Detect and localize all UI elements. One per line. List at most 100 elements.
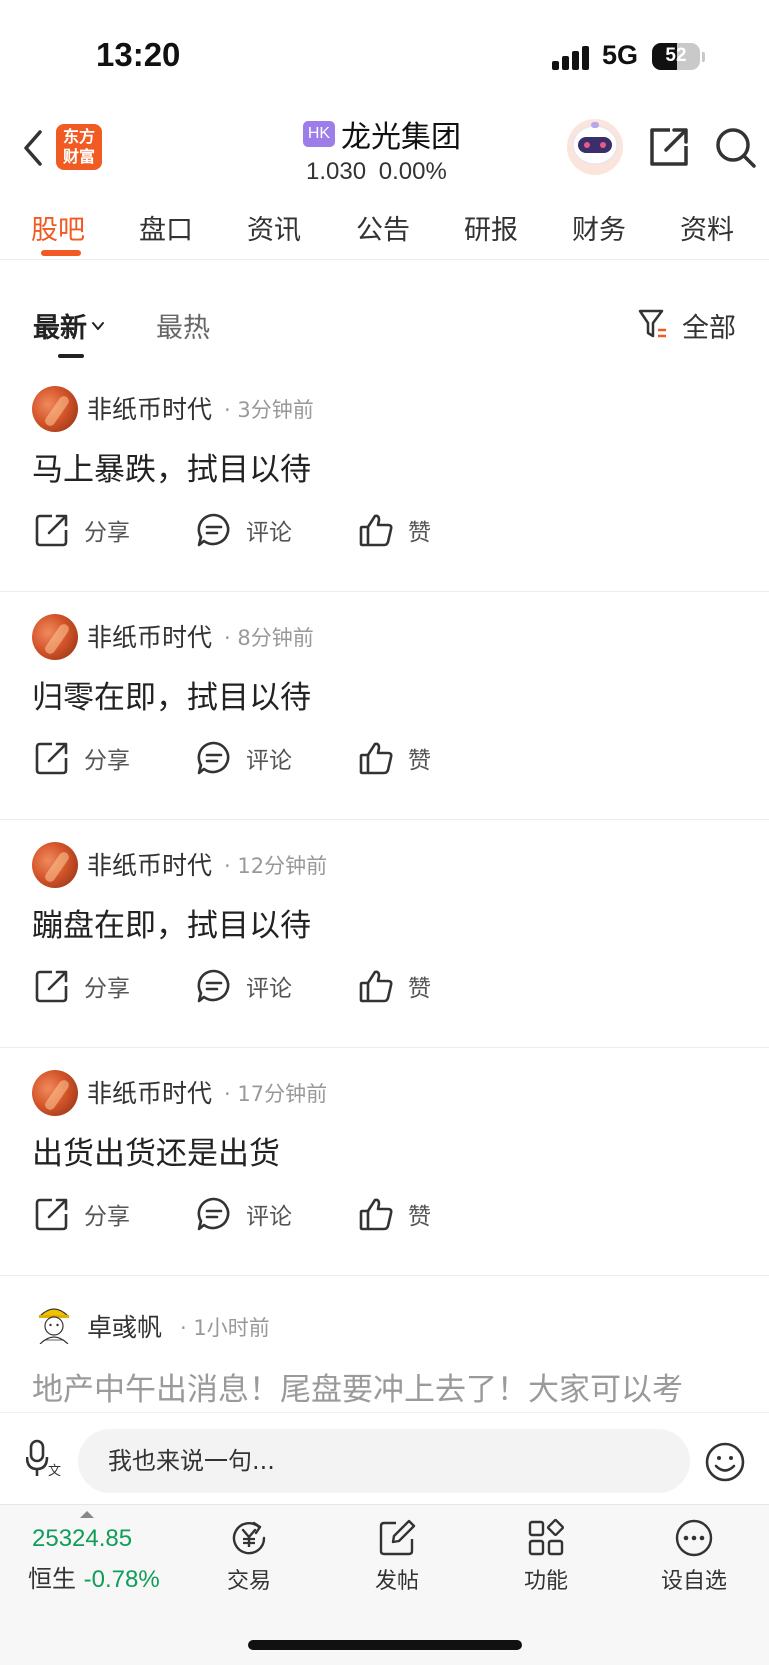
avatar[interactable] xyxy=(34,1300,74,1344)
post-author[interactable]: 非纸币时代 xyxy=(87,390,212,426)
post-item[interactable]: 非纸币时代 · 17分钟前 出货出货还是出货 分享 评论 赞 xyxy=(0,1048,769,1276)
index-ticker[interactable]: 恒生 -0.78% xyxy=(28,1559,160,1594)
svg-text:文: 文 xyxy=(48,1464,61,1479)
like-label: 赞 xyxy=(408,1204,431,1230)
expand-up-icon[interactable] xyxy=(80,1511,94,1518)
status-time: 13:20 xyxy=(96,36,181,73)
post-author[interactable]: 卓彧帆 xyxy=(87,1308,162,1344)
tab-profile[interactable]: 资料 xyxy=(680,208,734,247)
nav-post[interactable]: 发帖 xyxy=(347,1517,447,1595)
tab-announcements[interactable]: 公告 xyxy=(356,208,410,247)
comment-icon xyxy=(197,1197,230,1231)
post-time: · 17分钟前 xyxy=(224,1082,328,1106)
eastmoney-logo[interactable]: 东方 财富 xyxy=(56,124,102,170)
nav-trade[interactable]: 交易 xyxy=(199,1517,299,1595)
index-value[interactable]: 25324.85 xyxy=(32,1525,132,1553)
nav-trade-label: 交易 xyxy=(226,1569,271,1594)
thumbs-up-icon xyxy=(359,1198,393,1231)
like-button[interactable]: 赞 xyxy=(358,968,431,1004)
share-label: 分享 xyxy=(84,748,130,774)
stock-title[interactable]: HK 龙光集团 xyxy=(303,114,461,155)
avatar[interactable] xyxy=(32,614,78,660)
more-circle-icon xyxy=(675,1519,713,1557)
trade-yen-icon xyxy=(232,1521,266,1555)
post-text[interactable]: 出货出货还是出货 xyxy=(32,1128,280,1173)
tab-finance[interactable]: 财务 xyxy=(572,208,626,247)
post-time: · 12分钟前 xyxy=(224,854,328,878)
post-time: · 3分钟前 xyxy=(224,398,314,422)
comment-button[interactable]: 评论 xyxy=(196,968,292,1004)
tab-research[interactable]: 研报 xyxy=(464,208,518,247)
comment-input[interactable] xyxy=(78,1429,690,1493)
tab-guba[interactable]: 股吧 xyxy=(31,208,85,247)
like-button[interactable]: 赞 xyxy=(358,740,431,776)
stock-tabs: 股吧 盘口 资讯 公告 研报 财务 资料 xyxy=(0,192,769,260)
comment-button[interactable]: 评论 xyxy=(196,740,292,776)
share-label: 分享 xyxy=(84,976,130,1002)
post-author[interactable]: 非纸币时代 xyxy=(87,846,212,882)
share-button[interactable]: 分享 xyxy=(34,968,130,1004)
post-author[interactable]: 非纸币时代 xyxy=(87,1074,212,1110)
share-icon xyxy=(35,1198,68,1231)
share-button[interactable]: 分享 xyxy=(34,1196,130,1232)
tab-pankou[interactable]: 盘口 xyxy=(139,208,193,247)
post-item[interactable]: 非纸币时代 · 12分钟前 蹦盘在即，拭目以待 分享 评论 赞 xyxy=(0,820,769,1048)
comment-bar: 文 xyxy=(0,1412,769,1504)
post-text[interactable]: 地产中午出消息！尾盘要冲上去了！大家可以考 xyxy=(32,1364,769,1409)
chevron-down-icon xyxy=(92,321,104,330)
home-indicator[interactable] xyxy=(248,1640,522,1650)
battery-level: 52 xyxy=(665,45,687,66)
nav-add-watchlist-label: 设自选 xyxy=(660,1569,727,1594)
stock-price: 1.030 0.00% xyxy=(306,158,447,185)
post-text[interactable]: 归零在即，拭目以待 xyxy=(32,672,311,717)
comment-label: 评论 xyxy=(246,748,292,774)
comment-button[interactable]: 评论 xyxy=(196,1196,292,1232)
share-icon xyxy=(35,514,68,547)
emoji-icon[interactable] xyxy=(704,1441,746,1483)
cellular-signal-icon xyxy=(552,46,590,70)
post-item[interactable]: 非纸币时代 · 8分钟前 归零在即，拭目以待 分享 评论 赞 xyxy=(0,592,769,820)
status-bar: 13:20 5G 52 xyxy=(0,0,769,110)
tab-news[interactable]: 资讯 xyxy=(247,208,301,247)
nav-post-label: 发帖 xyxy=(374,1569,419,1594)
comment-button[interactable]: 评论 xyxy=(196,512,292,548)
filter-icon[interactable] xyxy=(638,308,668,340)
thumbs-up-icon xyxy=(359,514,393,547)
sort-hot[interactable]: 最热 xyxy=(156,306,210,345)
comment-icon xyxy=(197,513,230,547)
battery-icon: 52 xyxy=(652,43,700,70)
avatar[interactable] xyxy=(32,1070,78,1116)
nav-functions[interactable]: 功能 xyxy=(496,1517,596,1595)
battery-tip xyxy=(702,52,705,62)
index-change: -0.78% xyxy=(83,1566,160,1593)
post-item[interactable]: 非纸币时代 · 3分钟前 马上暴跌，拭目以待 分享 评论 赞 xyxy=(0,364,769,592)
network-type: 5G xyxy=(602,40,639,70)
robot-assistant-icon[interactable] xyxy=(564,118,626,176)
share-icon xyxy=(35,970,68,1003)
sort-latest[interactable]: 最新 xyxy=(33,306,105,345)
avatar[interactable] xyxy=(32,842,78,888)
like-button[interactable]: 赞 xyxy=(358,1196,431,1232)
comment-label: 评论 xyxy=(246,1204,292,1230)
post-author[interactable]: 非纸币时代 xyxy=(87,618,212,654)
share-button[interactable]: 分享 xyxy=(34,740,130,776)
thumbs-up-icon xyxy=(359,970,393,1003)
share-button[interactable]: 分享 xyxy=(34,512,130,548)
avatar[interactable] xyxy=(32,386,78,432)
share-label: 分享 xyxy=(84,520,130,546)
back-arrow-icon[interactable] xyxy=(18,126,48,170)
post-text[interactable]: 马上暴跌，拭目以待 xyxy=(32,444,311,489)
search-icon[interactable] xyxy=(712,124,758,170)
logo-text: 东方 xyxy=(62,127,95,146)
post-time: · 1小时前 xyxy=(180,1316,270,1340)
like-label: 赞 xyxy=(408,976,431,1002)
compose-icon xyxy=(379,1519,416,1556)
voice-input-icon[interactable]: 文 xyxy=(26,1439,62,1479)
post-text[interactable]: 蹦盘在即，拭目以待 xyxy=(32,900,311,945)
filter-all[interactable]: 全部 xyxy=(682,306,736,345)
active-tab-indicator xyxy=(41,250,81,256)
sort-latest-label: 最新 xyxy=(33,313,87,344)
like-button[interactable]: 赞 xyxy=(358,512,431,548)
nav-add-watchlist[interactable]: 设自选 xyxy=(644,1517,744,1595)
share-icon[interactable] xyxy=(646,124,692,170)
